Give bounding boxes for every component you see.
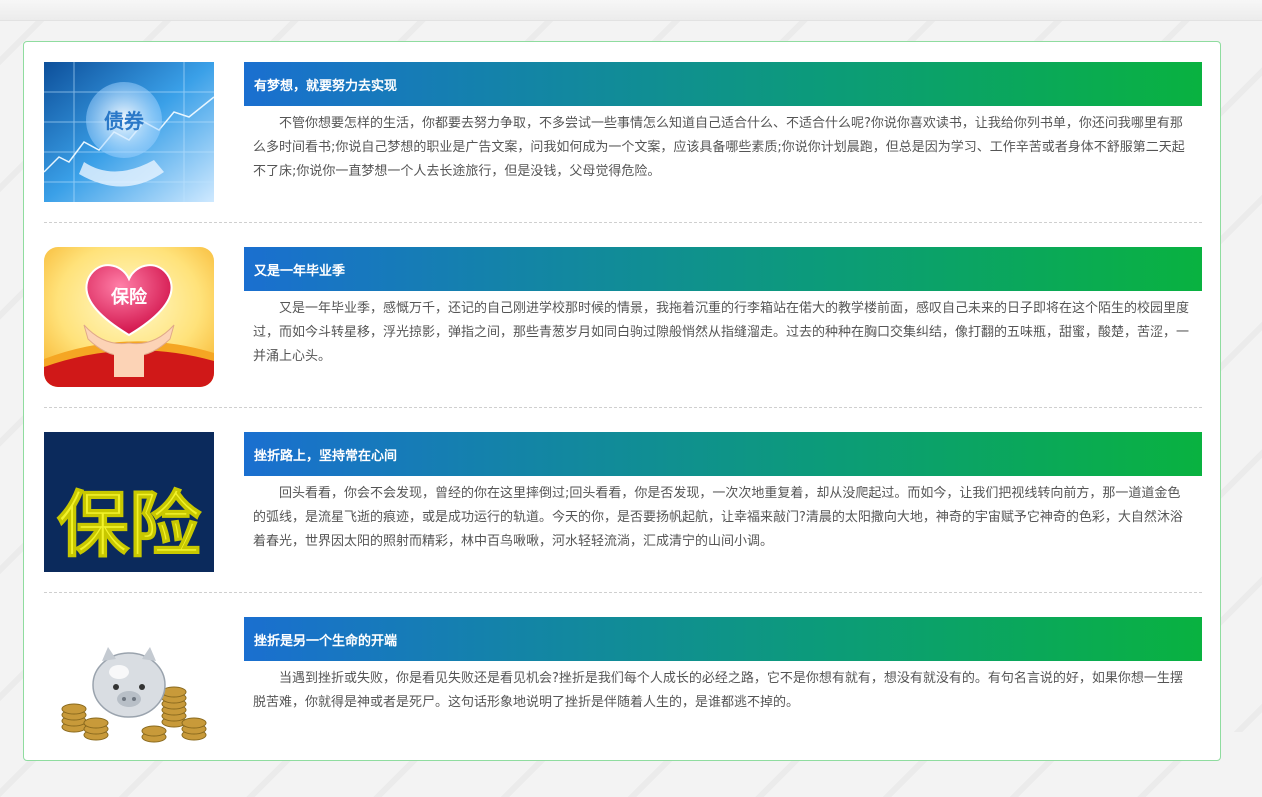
- article-summary: 当遇到挫折或失败，你是看见失败还是看见机会?挫折是我们每个人成长的必经之路，它不…: [253, 671, 1183, 710]
- article-item: 债券 有梦想，就要努力去实现 不管你想要怎样的生活，你都要去努力争取，不多尝试一…: [44, 62, 1202, 242]
- article-title[interactable]: 又是一年毕业季: [254, 260, 345, 279]
- article-list-panel: 债券 有梦想，就要努力去实现 不管你想要怎样的生活，你都要去努力争取，不多尝试一…: [23, 41, 1221, 761]
- svg-text:债券: 债券: [104, 109, 145, 133]
- article-thumbnail[interactable]: 债券: [44, 62, 214, 202]
- top-bar: [0, 0, 1262, 21]
- article-thumbnail[interactable]: 保险: [44, 247, 214, 387]
- svg-text:保险: 保险: [57, 483, 202, 567]
- piggy-bank-coins-icon: [44, 617, 214, 757]
- divider: [44, 407, 1202, 408]
- heart-hands-icon: 保险: [44, 247, 214, 387]
- article-title-bar[interactable]: 又是一年毕业季: [244, 247, 1202, 291]
- article-title[interactable]: 挫折路上，坚持常在心间: [254, 445, 397, 464]
- divider: [44, 592, 1202, 593]
- article-summary: 又是一年毕业季，感慨万千，还记的自己刚进学校那时候的情景，我拖着沉重的行李箱站在…: [253, 301, 1190, 364]
- article-title-bar[interactable]: 挫折路上，坚持常在心间: [244, 432, 1202, 476]
- svg-text:保险: 保险: [110, 286, 148, 308]
- bond-icon: 债券: [44, 62, 214, 202]
- article-summary: 不管你想要怎样的生活，你都要去努力争取，不多尝试一些事情怎么知道自己适合什么、不…: [253, 116, 1185, 179]
- article-title[interactable]: 挫折是另一个生命的开端: [254, 630, 397, 649]
- article-item: 挫折是另一个生命的开端 当遇到挫折或失败，你是看见失败还是看见机会?挫折是我们每…: [44, 617, 1202, 797]
- article-title-bar[interactable]: 挫折是另一个生命的开端: [244, 617, 1202, 661]
- article-item: 保险 又是一年毕业季 又是一年毕业季，感慨万千，还记的自己刚进学校那时候的情景，…: [44, 247, 1202, 427]
- article-thumbnail[interactable]: [44, 617, 214, 757]
- article-title[interactable]: 有梦想，就要努力去实现: [254, 75, 397, 94]
- article-item: 保险 挫折路上，坚持常在心间 回头看看，你会不会发现，曾经的你在这里摔倒过;回头…: [44, 432, 1202, 612]
- article-title-bar[interactable]: 有梦想，就要努力去实现: [244, 62, 1202, 106]
- insurance-sign-icon: 保险: [44, 432, 214, 572]
- divider: [44, 222, 1202, 223]
- article-thumbnail[interactable]: 保险: [44, 432, 214, 572]
- article-summary: 回头看看，你会不会发现，曾经的你在这里摔倒过;回头看看，你是否发现，一次次地重复…: [253, 486, 1183, 549]
